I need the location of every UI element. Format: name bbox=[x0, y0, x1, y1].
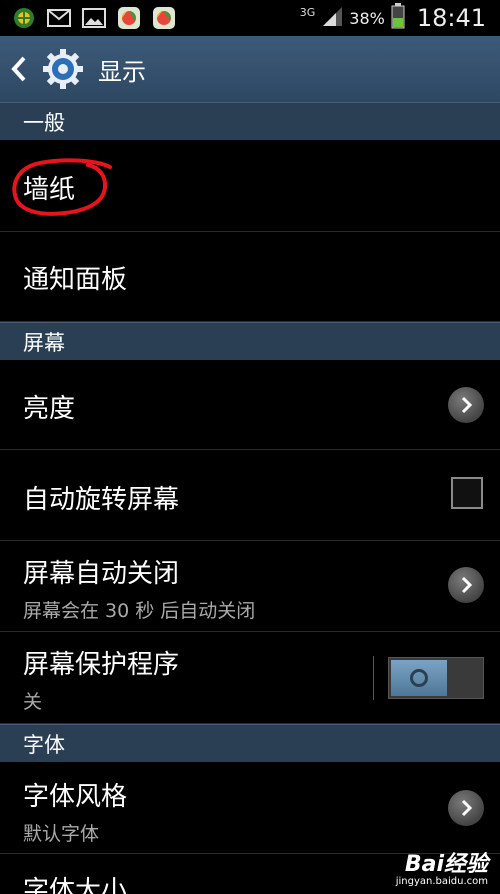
chevron-right-icon[interactable] bbox=[448, 567, 484, 603]
action-bar: 显示 bbox=[0, 36, 500, 102]
setting-notification-panel[interactable]: 通知面板 bbox=[0, 232, 500, 322]
back-chevron-icon[interactable] bbox=[10, 55, 36, 83]
screensaver-toggle[interactable] bbox=[388, 657, 484, 699]
font-style-summary: 默认字体 bbox=[23, 823, 100, 845]
screen-timeout-label: 屏幕自动关闭 bbox=[23, 559, 180, 589]
image-icon bbox=[82, 6, 106, 30]
browser-app-icon bbox=[117, 6, 141, 30]
setting-auto-rotate[interactable]: 自动旋转屏幕 bbox=[0, 450, 500, 541]
baidu-watermark: Bai经验 jingyan.baidu.com bbox=[396, 846, 488, 887]
signal-icon bbox=[321, 5, 343, 31]
toggle-knob bbox=[391, 660, 447, 696]
setting-brightness[interactable]: 亮度 bbox=[0, 360, 500, 450]
divider bbox=[373, 656, 374, 700]
red-annotation-circle bbox=[12, 158, 112, 216]
brightness-label: 亮度 bbox=[23, 394, 76, 424]
settings-gear-icon[interactable] bbox=[40, 46, 86, 92]
font-style-label: 字体风格 bbox=[23, 782, 128, 812]
setting-font-style[interactable]: 字体风格 默认字体 bbox=[0, 762, 500, 854]
battery-percent: 38% bbox=[349, 8, 385, 28]
auto-rotate-checkbox[interactable] bbox=[451, 477, 483, 509]
section-header-screen: 屏幕 bbox=[0, 322, 500, 360]
mail-icon bbox=[47, 6, 71, 30]
watermark-url: jingyan.baidu.com bbox=[395, 876, 488, 887]
battery-icon bbox=[391, 3, 405, 33]
clock: 18:41 bbox=[416, 4, 486, 32]
section-header-font: 字体 bbox=[0, 724, 500, 762]
app-notification-icon bbox=[12, 6, 36, 30]
watermark-logo: Bai经验 bbox=[404, 852, 488, 877]
auto-rotate-label: 自动旋转屏幕 bbox=[23, 485, 180, 515]
chevron-right-icon[interactable] bbox=[448, 387, 484, 423]
chevron-right-icon[interactable] bbox=[448, 790, 484, 826]
notification-panel-label: 通知面板 bbox=[23, 265, 128, 295]
status-bar: 3G 38% 18:41 bbox=[0, 0, 500, 36]
setting-screen-timeout[interactable]: 屏幕自动关闭 屏幕会在 30 秒 后自动关闭 bbox=[0, 541, 500, 632]
setting-wallpaper[interactable]: 墙纸 bbox=[0, 140, 500, 232]
page-title: 显示 bbox=[98, 57, 146, 86]
setting-screensaver[interactable]: 屏幕保护程序 关 bbox=[0, 632, 500, 724]
screen-timeout-summary: 屏幕会在 30 秒 后自动关闭 bbox=[23, 600, 256, 622]
network-type: 3G bbox=[299, 5, 316, 19]
browser-app-icon-2 bbox=[152, 6, 176, 30]
section-header-general: 一般 bbox=[0, 102, 500, 140]
